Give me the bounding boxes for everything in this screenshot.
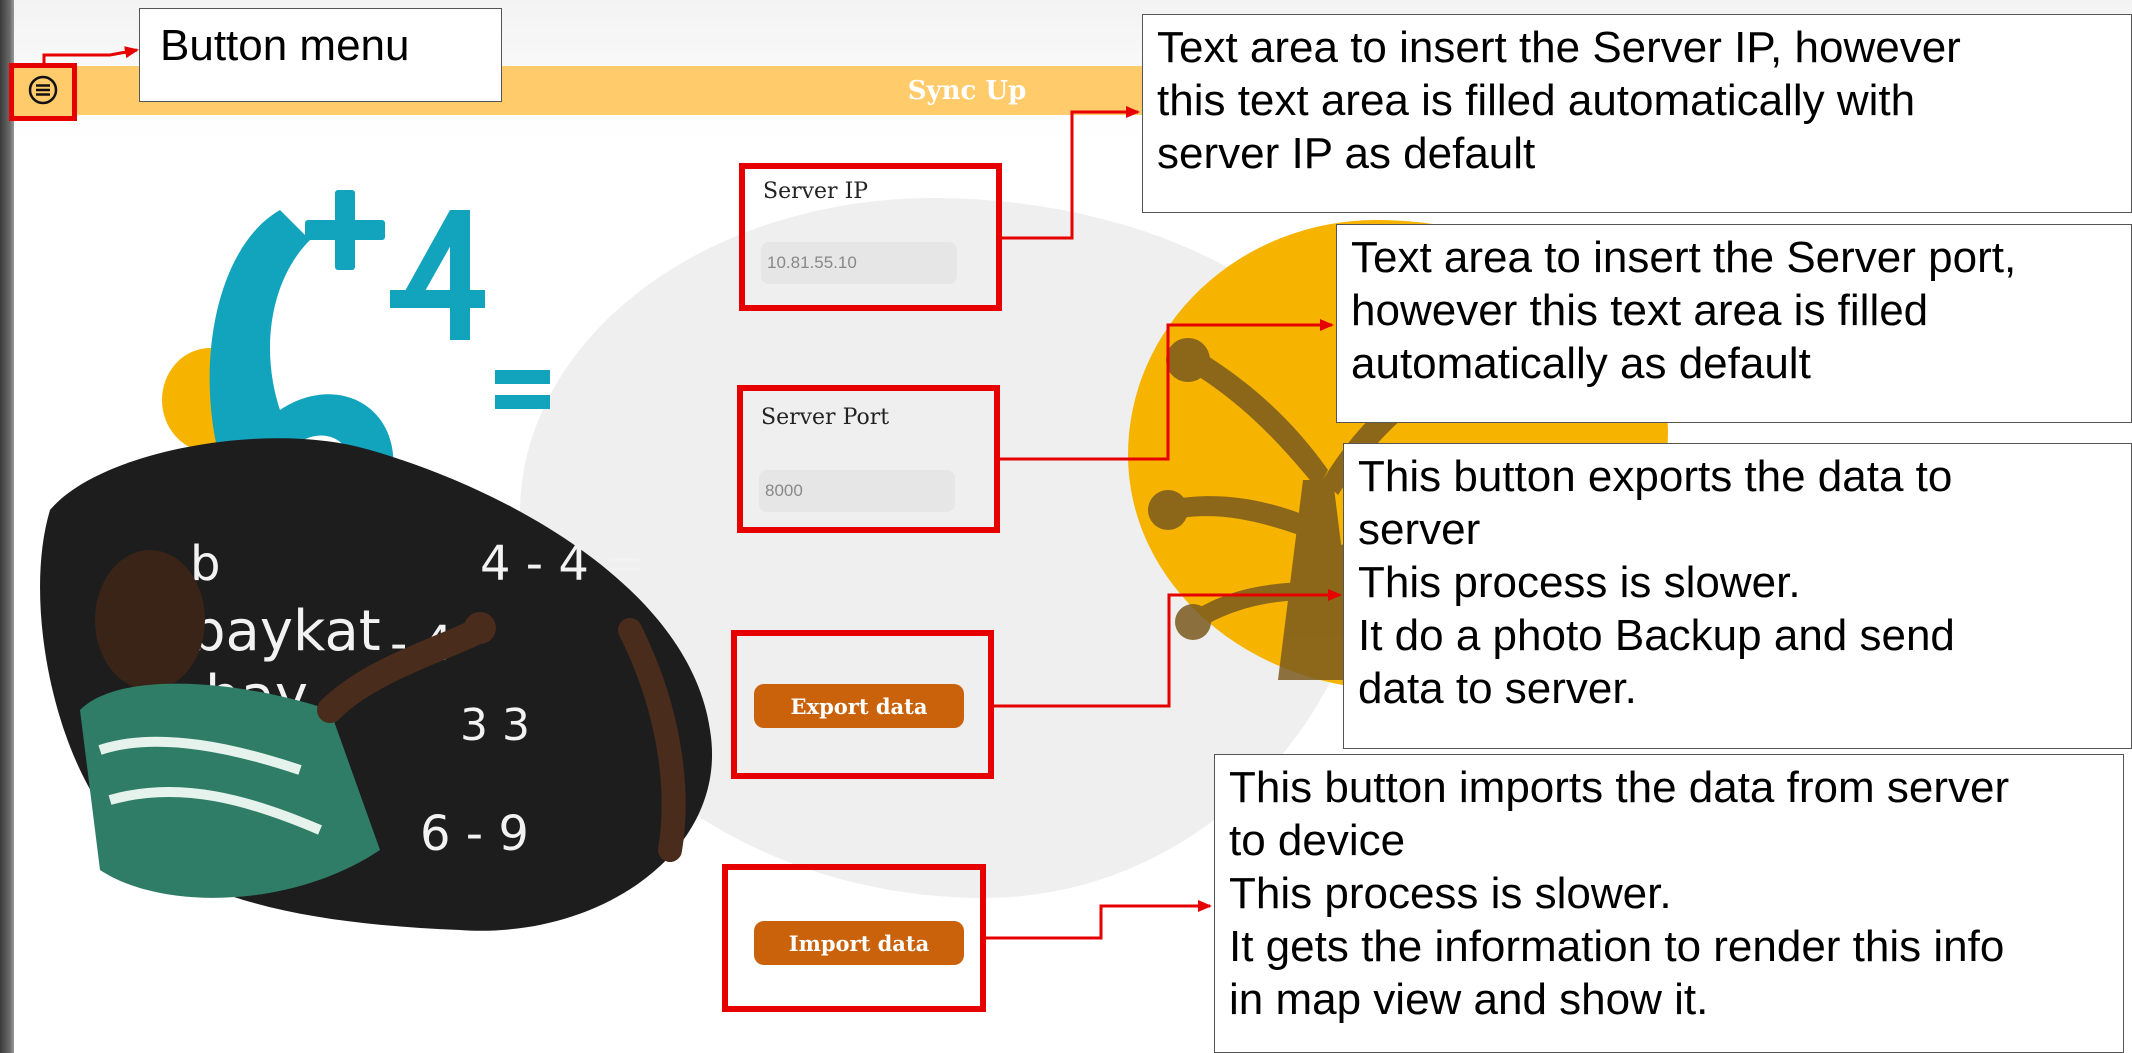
server-ip-input[interactable] [761,242,957,284]
export-data-button[interactable]: Export data [754,684,964,728]
server-ip-label: Server IP [763,179,869,204]
callout-import: This button imports the data from server… [1214,754,2124,1053]
menu-lines-icon [27,74,59,111]
callout-export: This button exports the data to server T… [1343,443,2132,749]
hero-illustration: b baykat bay 4 - 4 = - 4 3 3 6 - 9 [40,150,720,940]
server-ip-group: Server IP [739,163,1002,311]
server-port-label: Server Port [761,405,890,430]
window-edge [0,0,14,1053]
svg-text:4 - 4 =: 4 - 4 = [480,536,644,592]
callout-server-port: Text area to insert the Server port, how… [1336,224,2132,423]
svg-text:3 3: 3 3 [460,700,530,751]
callout-menu: Button menu [139,8,502,102]
callout-server-ip: Text area to insert the Server IP, howev… [1142,14,2132,213]
svg-text:6 - 9: 6 - 9 [420,806,529,862]
server-port-group: Server Port [737,385,1000,533]
import-data-button[interactable]: Import data [754,921,964,965]
svg-text:baykat: baykat [190,599,381,664]
server-port-input[interactable] [759,470,955,512]
menu-button[interactable] [9,63,77,121]
